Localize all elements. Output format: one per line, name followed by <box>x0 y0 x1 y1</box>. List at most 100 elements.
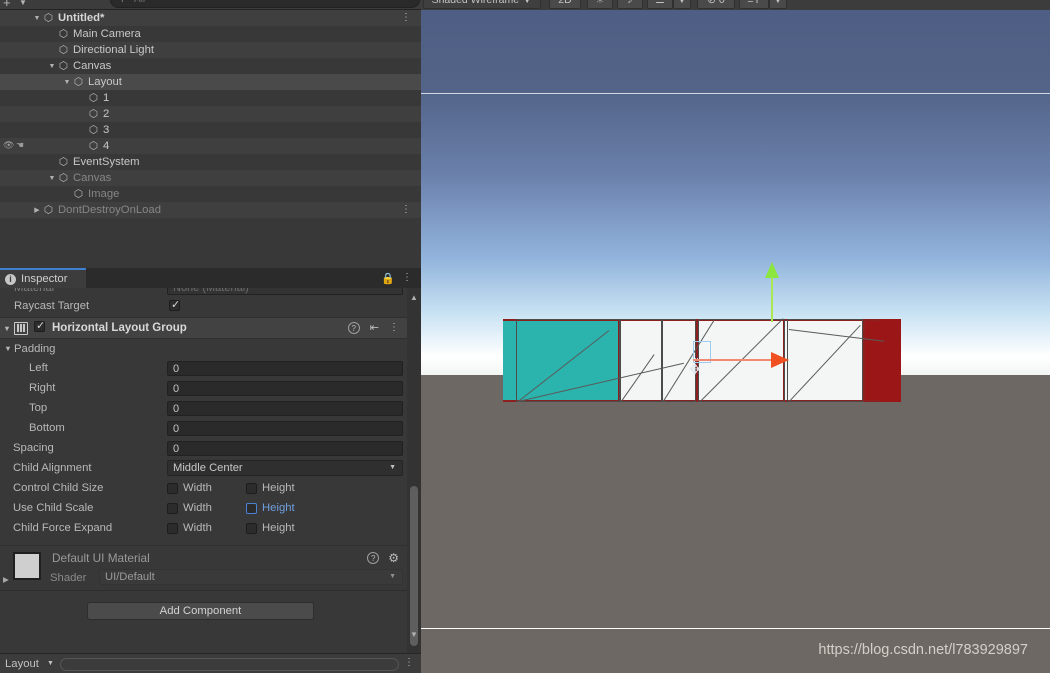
padding-row-left: Left 0 <box>0 358 407 378</box>
padding-rows: Left 0 Right 0 Top 0 Bottom 0 <box>0 358 407 438</box>
scene-view[interactable]: ✥ https://blog.csdn.net/l783929897 Shade… <box>421 0 1050 673</box>
hierarchy-item-eventsystem[interactable]: ▶⬡ EventSystem <box>0 154 421 170</box>
foldout-icon[interactable]: ▼ <box>32 15 42 22</box>
add-gameobject-button[interactable]: + <box>3 0 11 9</box>
hierarchy-item-dontdestroyonload[interactable]: ▶ ⬡ DontDestroyOnLoad ⋮ <box>0 202 421 218</box>
use-child-scale-height-toggle[interactable]: Height <box>246 502 295 514</box>
grid-caret[interactable]: ▼ <box>769 0 787 9</box>
bottom-menu-icon[interactable]: ⋮ <box>404 657 414 668</box>
material-foldout-icon[interactable]: ▶ <box>3 575 9 584</box>
inspector-tab-label: Inspector <box>21 273 68 285</box>
shader-dropdown[interactable]: UI/Default ▼ <box>99 569 403 585</box>
hierarchy-item-main-camera[interactable]: ▶⬡ Main Camera <box>0 26 421 42</box>
control-child-size-height-checkbox-label: Height <box>262 482 295 494</box>
padding-right-input[interactable]: 0 <box>167 381 403 396</box>
material-row-clipped: Material None (Material) <box>0 288 407 295</box>
component-enabled-checkbox-wrap[interactable] <box>34 319 45 337</box>
eye-icon[interactable]: 👁 <box>3 141 14 150</box>
default-ui-material-block: Default UI Material ▶ Shader UI/Default … <box>0 545 407 591</box>
hierarchy-item-image[interactable]: ▶⬡ Image <box>0 186 421 202</box>
hierarchy-item-1[interactable]: ▶⬡ 1 <box>0 90 421 106</box>
effects-dropdown[interactable]: ☲ <box>647 0 673 9</box>
child-force-expand-width-checkbox[interactable] <box>167 522 178 534</box>
row-menu-icon[interactable]: ⋮ <box>401 12 411 23</box>
hierarchy-item-2[interactable]: ▶⬡ 2 <box>0 106 421 122</box>
scroll-down-arrow-icon[interactable]: ▼ <box>410 630 418 639</box>
hierarchy-item-label: Main Camera <box>73 28 141 40</box>
hierarchy-item-layout[interactable]: ▼ ⬡ Layout <box>0 74 421 90</box>
use-child-scale-width-checkbox[interactable] <box>167 502 178 514</box>
hierarchy-item-untitled[interactable]: ▼ ⬡ Untitled* ⋮ <box>0 10 421 26</box>
help-icon[interactable]: ? <box>367 552 380 564</box>
gizmo-y-axis[interactable] <box>771 274 773 322</box>
row-menu-icon[interactable]: ⋮ <box>401 204 411 215</box>
control-child-size-width-toggle[interactable]: Width <box>167 482 212 494</box>
child-force-expand-height-toggle[interactable]: Height <box>246 522 295 534</box>
child-force-expand-height-checkbox[interactable] <box>246 522 257 534</box>
use-child-scale-height-checkbox[interactable] <box>246 502 257 514</box>
spacing-input[interactable]: 0 <box>167 441 403 456</box>
hierarchy-item-3[interactable]: ▶⬡ 3 <box>0 122 421 138</box>
foldout-icon[interactable]: ▼ <box>47 175 57 182</box>
hierarchy-item-canvas[interactable]: ▼ ⬡ Canvas <box>0 170 421 186</box>
add-gameobject-caret-icon[interactable]: ▼ <box>19 0 27 9</box>
child-force-expand-width-toggle[interactable]: Width <box>167 522 212 534</box>
tab-inspector[interactable]: i Inspector <box>0 268 86 288</box>
inspector-tabstrip: i Inspector 🔒 ⋮ <box>0 268 421 288</box>
material-preview-swatch[interactable] <box>13 552 41 580</box>
gear-icon[interactable]: ⚙ <box>388 552 399 564</box>
foldout-icon[interactable]: ▼ <box>62 79 72 86</box>
audio-toggle[interactable]: ♪ <box>617 0 643 9</box>
control-child-size-height-checkbox[interactable] <box>246 482 257 494</box>
lock-icon[interactable]: 🔒 <box>381 272 395 285</box>
padding-foldout[interactable]: ▼ Padding <box>0 339 407 358</box>
hierarchy-item-4[interactable]: 👁☚ ▶⬡ 4 <box>0 138 421 154</box>
add-component-button[interactable]: Add Component <box>87 602 314 620</box>
scrollbar-thumb[interactable] <box>410 486 418 646</box>
scroll-up-arrow-icon[interactable]: ▲ <box>410 293 418 302</box>
padding-top-input[interactable]: 0 <box>167 401 403 416</box>
padding-bottom-input[interactable]: 0 <box>167 421 403 436</box>
raycast-target-label: Raycast Target <box>14 300 90 312</box>
hierarchy-item-directional-light[interactable]: ▶⬡ Directional Light <box>0 42 421 58</box>
layout-children-group: ✥ <box>503 262 901 402</box>
inspector-menu-icon[interactable]: ⋮ <box>402 271 412 284</box>
raycast-target-checkbox[interactable] <box>169 298 180 311</box>
lighting-toggle[interactable]: ☀ <box>587 0 613 9</box>
grid-visibility[interactable]: ≡Y <box>739 0 769 9</box>
child-alignment-dropdown[interactable]: Middle Center ▼ <box>167 460 403 476</box>
gizmo-x-axis[interactable] <box>693 359 773 361</box>
layout-label[interactable]: Layout <box>5 658 39 670</box>
horizontal-layout-group-header[interactable]: ▼ Horizontal Layout Group ? ⇤ ⋮ <box>0 317 407 339</box>
padding-top-label: Top <box>29 402 48 414</box>
use-child-scale-width-toggle[interactable]: Width <box>167 502 212 514</box>
hierarchy-search-input[interactable]: ⚲ All <box>110 0 420 8</box>
component-menu-icon[interactable]: ⋮ <box>389 322 399 334</box>
material-field[interactable]: None (Material) <box>167 288 403 295</box>
hand-icon[interactable]: ☚ <box>16 141 24 150</box>
hierarchy-item-canvas[interactable]: ▼ ⬡ Canvas <box>0 58 421 74</box>
control-child-size-width-checkbox[interactable] <box>167 482 178 494</box>
preset-icon[interactable]: ⇤ <box>370 322 379 334</box>
inspector-scrollbar[interactable]: ▲ ▼ <box>407 288 421 653</box>
add-component-wrap: Add Component <box>0 591 407 631</box>
gizmo-y-arrow-icon[interactable] <box>765 262 779 278</box>
hierarchy-tree[interactable]: ▼⬡Untitled*⋮▶⬡Main Camera▶⬡Directional L… <box>0 10 421 268</box>
component-foldout-icon[interactable]: ▼ <box>0 324 14 333</box>
cube-icon: ⬡ <box>58 60 69 72</box>
help-icon[interactable]: ? <box>347 322 360 334</box>
padding-left-input[interactable]: 0 <box>167 361 403 376</box>
component-enabled-checkbox[interactable] <box>34 319 45 332</box>
padding-foldout-icon[interactable]: ▼ <box>0 344 14 353</box>
shading-mode-dropdown[interactable]: Shaded Wireframe ▼ <box>423 0 541 9</box>
bottom-search-input[interactable] <box>60 658 399 671</box>
foldout-icon[interactable]: ▶ <box>32 206 42 214</box>
gizmo-x-arrow-icon[interactable] <box>771 352 789 368</box>
hidden-objects-count[interactable]: ⊘ 0 <box>697 0 735 9</box>
control-child-size-height-toggle[interactable]: Height <box>246 482 295 494</box>
foldout-icon[interactable]: ▼ <box>47 63 57 70</box>
material-title: Default UI Material <box>52 551 150 565</box>
layout-caret-icon[interactable]: ▼ <box>47 660 54 667</box>
effects-caret[interactable]: ▼ <box>673 0 691 9</box>
two-d-toggle[interactable]: 2D <box>549 0 581 9</box>
